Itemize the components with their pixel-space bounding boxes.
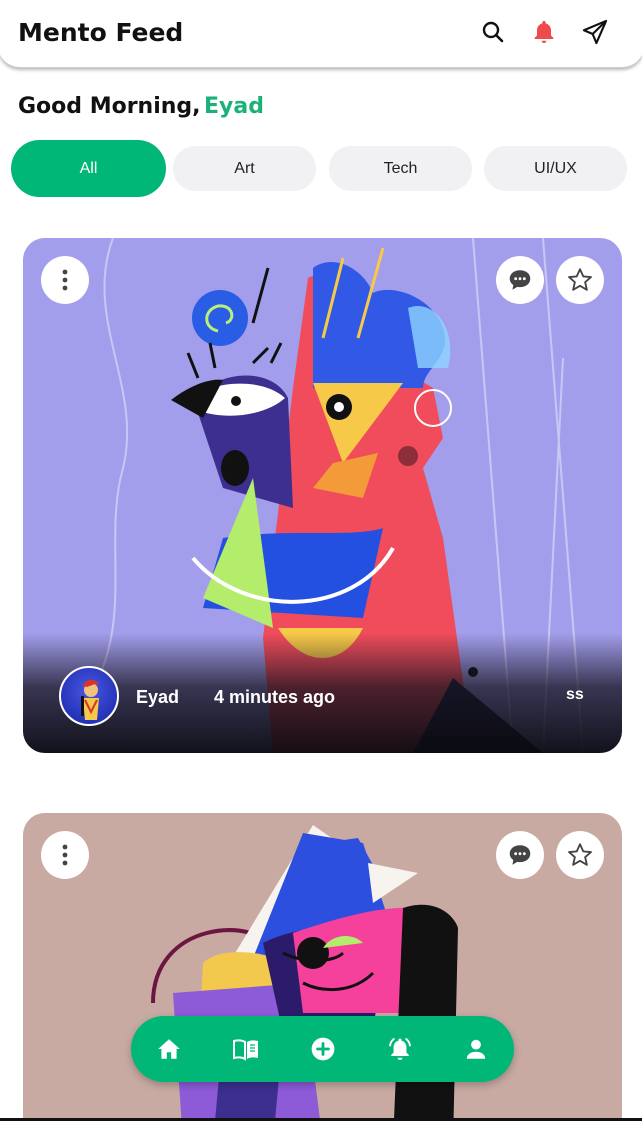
add-icon[interactable]	[309, 1035, 337, 1063]
search-icon[interactable]	[479, 18, 507, 46]
comment-icon[interactable]	[496, 256, 544, 304]
home-icon[interactable]	[155, 1035, 183, 1063]
send-icon[interactable]	[581, 18, 609, 46]
bell-icon[interactable]	[530, 18, 558, 46]
star-icon[interactable]	[556, 256, 604, 304]
app-header: Mento Feed	[0, 0, 642, 68]
book-icon[interactable]	[232, 1035, 260, 1063]
feed-card[interactable]: Eyad 4 minutes ago ss	[23, 238, 622, 753]
comment-icon[interactable]	[496, 831, 544, 879]
category-chip-uiux[interactable]: UI/UX	[484, 146, 627, 191]
category-chip-all[interactable]: All	[11, 140, 166, 197]
profile-icon[interactable]	[462, 1035, 490, 1063]
greeting-text: Good Morning,	[18, 94, 201, 119]
more-vertical-icon[interactable]	[41, 256, 89, 304]
more-vertical-icon[interactable]	[41, 831, 89, 879]
user-name: Eyad	[204, 94, 264, 119]
avatar[interactable]	[59, 666, 119, 726]
post-author[interactable]: Eyad	[136, 687, 179, 708]
category-chip-art[interactable]: Art	[173, 146, 316, 191]
category-chip-tech[interactable]: Tech	[329, 146, 472, 191]
alarm-icon[interactable]	[386, 1035, 414, 1063]
post-tag: ss	[566, 686, 584, 703]
bottom-nav	[131, 1016, 514, 1082]
app-title: Mento Feed	[18, 18, 184, 47]
post-time: 4 minutes ago	[214, 687, 336, 707]
star-icon[interactable]	[556, 831, 604, 879]
